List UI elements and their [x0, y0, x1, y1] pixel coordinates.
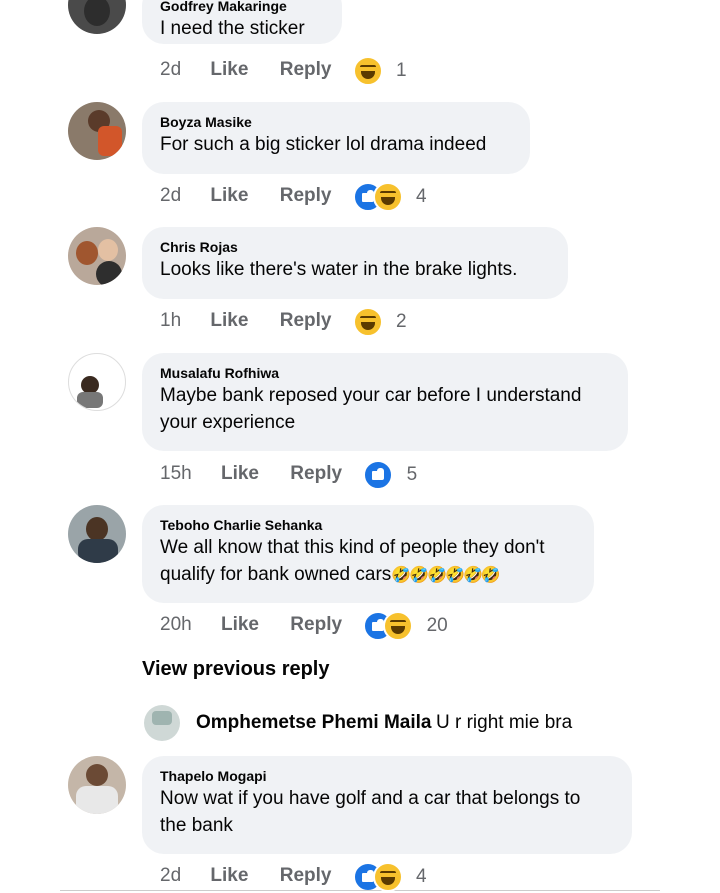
- comment-time[interactable]: 2d: [160, 182, 181, 210]
- avatar[interactable]: [68, 0, 126, 34]
- comment-actions: 2d Like Reply 4: [160, 182, 427, 212]
- comment-bubble: Boyza Masike For such a big sticker lol …: [142, 102, 530, 174]
- comment-actions: 15h Like Reply 5: [160, 460, 418, 490]
- comment-time[interactable]: 20h: [160, 611, 192, 639]
- avatar[interactable]: [68, 227, 126, 285]
- comment-author[interactable]: Godfrey Makaringe: [160, 0, 324, 15]
- reactions[interactable]: 2: [352, 307, 407, 337]
- comment-time[interactable]: 15h: [160, 460, 192, 488]
- comment-actions: 2d Like Reply 1: [160, 56, 407, 86]
- reactions[interactable]: 1: [352, 56, 407, 86]
- like-button[interactable]: Like: [210, 182, 248, 210]
- comment-actions: 2d Like Reply 4: [160, 862, 427, 892]
- avatar[interactable]: [68, 353, 126, 411]
- comment-bubble: Godfrey Makaringe I need the sticker: [142, 0, 342, 44]
- reaction-count: 4: [416, 866, 427, 887]
- comment-text-line1: We all know that this kind of people the…: [160, 537, 545, 558]
- like-button[interactable]: Like: [210, 56, 248, 84]
- avatar[interactable]: [68, 102, 126, 160]
- comment-time[interactable]: 2d: [160, 56, 181, 84]
- reply-button[interactable]: Reply: [280, 56, 332, 84]
- reactions[interactable]: 20: [363, 611, 448, 641]
- view-previous-reply-link[interactable]: View previous reply: [142, 658, 330, 681]
- haha-reaction-icon: [383, 611, 414, 641]
- comment-bubble: Musalafu Rofhiwa Maybe bank reposed your…: [142, 353, 628, 451]
- reaction-count: 2: [396, 311, 407, 332]
- comment-author[interactable]: Teboho Charlie Sehanka: [160, 517, 576, 534]
- comment-author[interactable]: Chris Rojas: [160, 239, 550, 256]
- reply-button[interactable]: Reply: [290, 611, 342, 639]
- reaction-count: 4: [416, 186, 427, 207]
- comment-actions: 20h Like Reply 20: [160, 611, 448, 641]
- like-button[interactable]: Like: [221, 460, 259, 488]
- reactions[interactable]: 4: [352, 182, 427, 212]
- haha-reaction-icon: [352, 56, 383, 86]
- comment-text-line1: Now wat if you have golf and a car that …: [160, 788, 581, 809]
- reply-button[interactable]: Reply: [280, 182, 332, 210]
- haha-reaction-icon: [352, 307, 383, 337]
- comment-actions: 1h Like Reply 2: [160, 307, 407, 337]
- comment-bubble: Thapelo Mogapi Now wat if you have golf …: [142, 756, 632, 854]
- avatar[interactable]: [144, 705, 180, 741]
- comment-text-line2-wrap: qualify for bank owned cars🤣🤣🤣🤣🤣🤣: [160, 561, 576, 589]
- comment-text-line1: Maybe bank reposed your car before I und…: [160, 385, 582, 406]
- reaction-count: 5: [406, 464, 418, 485]
- comment-text-line2: the bank: [160, 815, 233, 836]
- reaction-count: 1: [396, 60, 407, 81]
- haha-reaction-icon: [372, 862, 403, 892]
- reactions[interactable]: 5: [363, 460, 418, 490]
- reply-button[interactable]: Reply: [280, 862, 332, 890]
- reaction-count: 20: [426, 615, 448, 636]
- haha-reaction-icon: [372, 182, 403, 212]
- divider: [60, 890, 660, 891]
- comment-text: I need the sticker: [160, 18, 305, 39]
- reply-button[interactable]: Reply: [280, 307, 332, 335]
- like-button[interactable]: Like: [210, 862, 248, 890]
- reply-text: U r right mie bra: [436, 712, 573, 733]
- reactions[interactable]: 4: [352, 862, 427, 892]
- reply-author[interactable]: Omphemetse Phemi Maila: [196, 712, 431, 734]
- comment-author[interactable]: Musalafu Rofhiwa: [160, 365, 610, 382]
- avatar[interactable]: [68, 505, 126, 563]
- comment-bubble: Teboho Charlie Sehanka We all know that …: [142, 505, 594, 603]
- comment-time[interactable]: 2d: [160, 862, 181, 890]
- comment-bubble: Chris Rojas Looks like there's water in …: [142, 227, 568, 299]
- comment-text: For such a big sticker lol drama indeed: [160, 134, 487, 155]
- emoji-text: 🤣🤣🤣🤣🤣🤣: [391, 567, 501, 584]
- like-button[interactable]: Like: [210, 307, 248, 335]
- reply-button[interactable]: Reply: [290, 460, 342, 488]
- like-button[interactable]: Like: [221, 611, 259, 639]
- comment-text-line2: qualify for bank owned cars: [160, 564, 392, 585]
- comment-author[interactable]: Thapelo Mogapi: [160, 768, 614, 785]
- like-reaction-icon: [363, 460, 394, 490]
- avatar[interactable]: [68, 756, 126, 814]
- comment-text: Looks like there's water in the brake li…: [160, 259, 518, 280]
- comment-text-line2: your experience: [160, 412, 296, 433]
- comment-author[interactable]: Boyza Masike: [160, 114, 512, 131]
- comment-time[interactable]: 1h: [160, 307, 181, 335]
